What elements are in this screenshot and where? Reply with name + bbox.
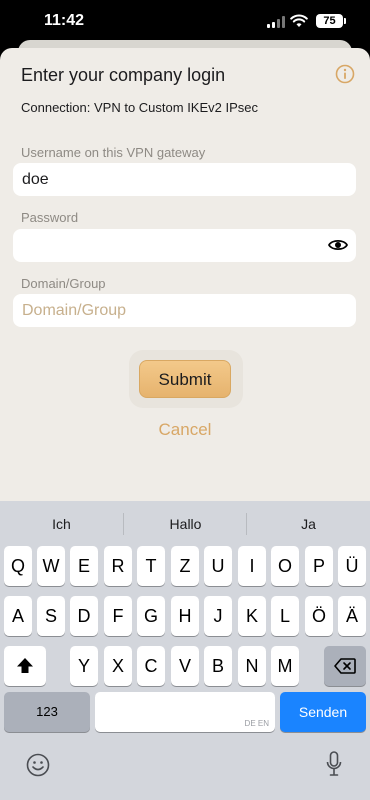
key-s[interactable]: S	[37, 596, 65, 636]
key-v[interactable]: V	[171, 646, 199, 686]
suggestion-2[interactable]: Hallo	[124, 509, 247, 539]
username-field[interactable]: doe	[13, 163, 356, 196]
key-a[interactable]: A	[4, 596, 32, 636]
key-j[interactable]: J	[204, 596, 232, 636]
status-bar: 11:42 75	[0, 0, 370, 44]
key-p[interactable]: P	[305, 546, 333, 586]
key-c[interactable]: C	[137, 646, 165, 686]
key-z[interactable]: Z	[171, 546, 199, 586]
key-i[interactable]: I	[238, 546, 266, 586]
key-w[interactable]: W	[37, 546, 65, 586]
language-hint: DE EN	[244, 719, 269, 728]
emoji-icon[interactable]	[26, 753, 50, 777]
send-key[interactable]: Senden	[280, 692, 366, 732]
key-b[interactable]: B	[204, 646, 232, 686]
cellular-signal-icon	[267, 16, 285, 28]
key-t[interactable]: T	[137, 546, 165, 586]
key-x[interactable]: X	[104, 646, 132, 686]
battery-indicator: 75	[316, 14, 346, 28]
numbers-key[interactable]: 123	[4, 692, 90, 732]
key-q[interactable]: Q	[4, 546, 32, 586]
microphone-icon[interactable]	[326, 751, 342, 777]
key-o[interactable]: O	[271, 546, 299, 586]
key-g[interactable]: G	[137, 596, 165, 636]
domain-label: Domain/Group	[21, 276, 106, 291]
connection-info: Connection: VPN to Custom IKEv2 IPsec	[21, 100, 258, 115]
domain-field[interactable]: Domain/Group	[13, 294, 356, 327]
password-field[interactable]	[13, 229, 356, 262]
suggestion-3[interactable]: Ja	[247, 509, 370, 539]
submit-button[interactable]: Submit	[139, 360, 231, 398]
key-l[interactable]: L	[271, 596, 299, 636]
key-ue[interactable]: Ü	[338, 546, 366, 586]
eye-icon[interactable]	[328, 238, 348, 252]
key-k[interactable]: K	[238, 596, 266, 636]
key-e[interactable]: E	[70, 546, 98, 586]
login-sheet: Enter your company login Connection: VPN…	[0, 48, 370, 508]
username-label: Username on this VPN gateway	[21, 145, 206, 160]
key-h[interactable]: H	[171, 596, 199, 636]
key-y[interactable]: Y	[70, 646, 98, 686]
key-f[interactable]: F	[104, 596, 132, 636]
sheet-title: Enter your company login	[21, 65, 226, 85]
shift-icon	[17, 658, 33, 673]
status-time: 11:42	[44, 12, 85, 29]
backspace-icon	[334, 658, 356, 674]
key-ae[interactable]: Ä	[338, 596, 366, 636]
space-key[interactable]: DE EN	[95, 692, 275, 732]
key-u[interactable]: U	[204, 546, 232, 586]
suggestion-1[interactable]: Ich	[0, 509, 123, 539]
cancel-button[interactable]: Cancel	[0, 420, 370, 440]
keyboard: Ich Hallo Ja Q W E R T Z U I O P Ü A S D…	[0, 501, 370, 800]
info-icon[interactable]	[335, 64, 355, 84]
key-m[interactable]: M	[271, 646, 299, 686]
key-oe[interactable]: Ö	[305, 596, 333, 636]
key-n[interactable]: N	[238, 646, 266, 686]
wifi-icon	[290, 14, 308, 27]
delete-key[interactable]	[324, 646, 366, 686]
key-d[interactable]: D	[70, 596, 98, 636]
password-label: Password	[21, 210, 79, 225]
key-r[interactable]: R	[104, 546, 132, 586]
shift-key[interactable]	[4, 646, 46, 686]
